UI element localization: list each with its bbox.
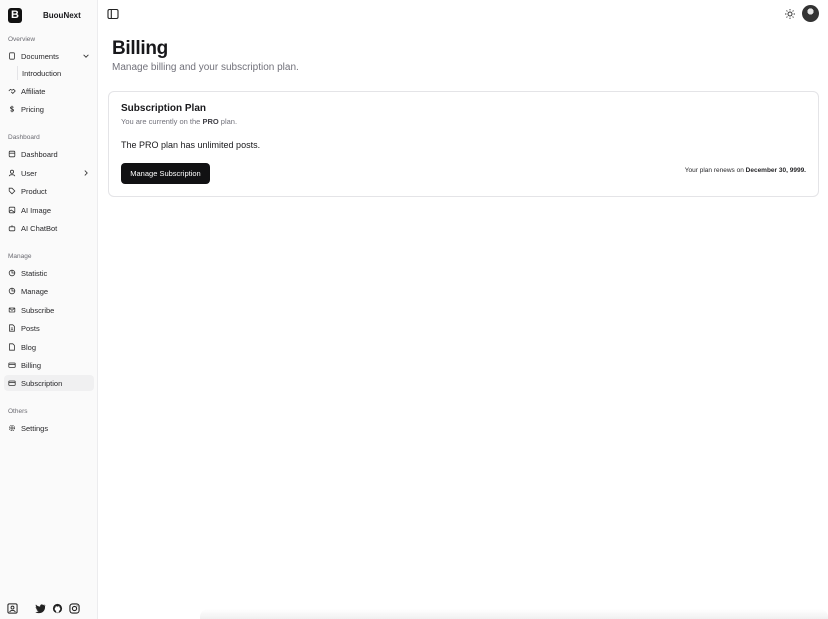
sidebar-item-subscription[interactable]: Subscription [4,375,94,391]
sun-icon[interactable] [784,8,796,20]
chevron-down-icon[interactable] [82,52,90,60]
sidebar-item-product[interactable]: Product [4,183,94,199]
gear-icon [8,424,16,432]
card-description-prefix: You are currently on the [121,117,203,126]
renewal-text: Your plan renews on December 30, 9999. [685,167,806,174]
file-icon [8,343,16,351]
sidebar-item-label: AI ChatBot [21,223,58,233]
sidebar-item-label: Manage [21,286,49,296]
brand-name: BuouNext [43,11,81,20]
card-description: You are currently on the PRO plan. [121,117,237,126]
tag-icon [8,187,16,195]
group-label-others: Others [8,408,28,415]
sidebar-item-ai-image[interactable]: AI Image [4,202,94,218]
sidebar-item-label: Billing [21,360,42,370]
sidebar-item-dashboard[interactable]: Dashboard [4,146,94,162]
bot-icon [8,224,16,232]
twitter-icon[interactable] [34,602,46,614]
file-text-icon [8,324,16,332]
group-label-manage: Manage [8,253,32,260]
sidebar-item-pricing[interactable]: Pricing [4,101,94,117]
sidebar-item-statistic[interactable]: Statistic [4,265,94,281]
user-avatar[interactable] [802,5,819,22]
renewal-prefix: Your plan renews on [684,167,746,174]
sidebar-item-ai-chatbot[interactable]: AI ChatBot [4,220,94,236]
sidebar-item-billing[interactable]: Billing [4,357,94,373]
brand-logo: B [8,8,22,23]
github-icon[interactable] [51,602,63,614]
sidebar-item-settings[interactable]: Settings [4,420,94,436]
card-description-suffix: plan. [218,117,238,126]
sidebar-item-label: Blog [21,342,37,352]
sidebar-item-documents[interactable]: Documents [4,48,94,64]
sidebar-item-label: Product [21,186,47,196]
dollar-icon [8,105,16,113]
sidebar-subitem-introduction[interactable]: Introduction [17,66,61,80]
sidebar-item-label: Affiliate [21,86,46,96]
subscription-plan-card: Subscription Plan You are currently on t… [108,91,819,197]
sidebar-item-label: Subscription [21,378,63,388]
sidebar-item-blog[interactable]: Blog [4,339,94,355]
sidebar-toggle-icon[interactable] [107,8,119,20]
credit-card-icon [8,361,16,369]
brand[interactable]: B BuouNext [8,8,98,24]
page-title: Billing [112,38,168,59]
dashboard-icon [8,150,16,158]
sidebar: B BuouNext Overview Documents Introducti… [0,0,98,619]
sidebar-item-label: Settings [21,423,49,433]
sidebar-item-label: User [21,168,37,178]
handshake-icon [8,87,16,95]
image-icon [8,206,16,214]
plan-info-text: The PRO plan has unlimited posts. [121,140,261,150]
group-label-overview: Overview [8,36,36,43]
user-icon [8,169,16,177]
sidebar-item-manage[interactable]: Manage [4,283,94,299]
renewal-date: December 30, 9999. [745,167,806,174]
page-subtitle: Manage billing and your subscription pla… [112,62,299,73]
sidebar-item-subscribe[interactable]: Subscribe [4,302,94,318]
sidebar-item-label: Dashboard [21,149,58,159]
sidebar-item-affiliate[interactable]: Affiliate [4,83,94,99]
sidebar-item-label: Subscribe [21,305,55,315]
contact-icon[interactable] [6,602,18,614]
plan-name: PRO [202,117,219,126]
sidebar-item-user[interactable]: User [4,165,94,181]
document-icon [8,52,16,60]
sidebar-footer [6,601,80,615]
instagram-icon[interactable] [68,602,80,614]
chevron-right-icon[interactable] [82,169,90,177]
sidebar-item-label: AI Image [21,205,52,215]
sidebar-item-label: Pricing [21,104,44,114]
bottom-edge-shadow [200,609,828,619]
card-title: Subscription Plan [121,103,207,114]
sidebar-item-label: Documents [21,51,59,61]
sidebar-item-label: Posts [21,323,40,333]
sidebar-item-posts[interactable]: Posts [4,320,94,336]
manage-subscription-button[interactable]: Manage Subscription [121,163,210,184]
mail-icon [8,306,16,314]
credit-card-icon [8,379,16,387]
sidebar-item-label: Statistic [21,268,48,278]
pie-chart-icon [8,287,16,295]
group-label-dashboard: Dashboard [8,134,40,141]
pie-chart-icon [8,269,16,277]
